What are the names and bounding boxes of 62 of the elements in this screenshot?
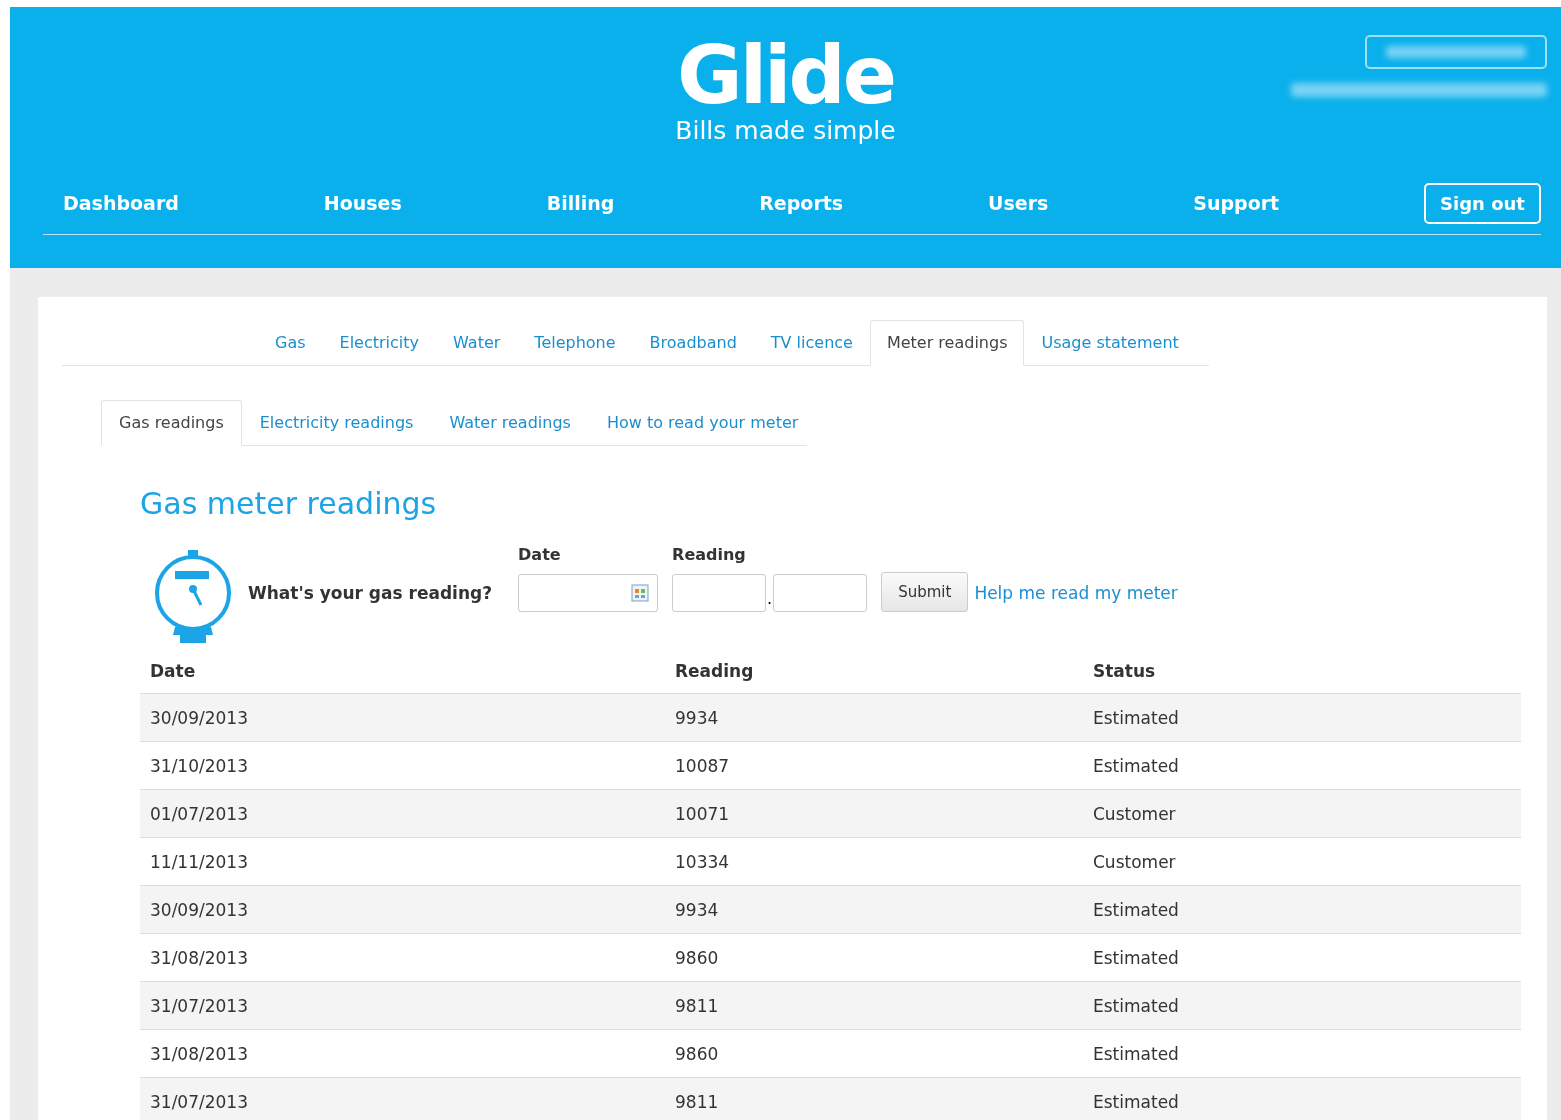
question-label: What's your gas reading? [248,583,493,603]
nav-link[interactable]: Reports [759,192,844,214]
table-cell: 31/08/2013 [150,1043,248,1064]
tab[interactable]: Gas [258,320,323,366]
page-heading: Gas meter readings [140,486,438,521]
tab[interactable]: Electricity readings [241,400,432,446]
nav-link[interactable]: Support [1193,192,1280,214]
gas-meter-icon [153,549,233,645]
table-cell: 01/07/2013 [150,803,248,824]
table-cell: 9934 [675,707,719,728]
table-cell: 11/11/2013 [150,851,248,872]
tab[interactable]: Water [436,320,518,366]
table-cell: 30/09/2013 [150,899,248,920]
table-cell: Customer [1093,851,1176,872]
table-cell: 31/07/2013 [150,995,248,1016]
tab[interactable]: Water readings [431,400,589,446]
table-cell: 31/08/2013 [150,947,248,968]
tab[interactable]: Telephone [517,320,633,366]
table-cell: Estimated [1093,707,1179,728]
nav-link[interactable]: Billing [546,192,615,214]
table-cell: 31/07/2013 [150,1091,248,1112]
decimal-point: . [767,589,773,608]
tab[interactable]: Gas readings [101,400,242,446]
tab[interactable]: TV licence [753,320,870,366]
table-cell: Estimated [1093,947,1179,968]
table-cell: 10087 [675,755,730,776]
column-header: Reading [675,661,754,681]
nav-link[interactable]: Houses [323,192,402,214]
table-cell: 9811 [675,995,719,1016]
table-cell: 9860 [675,947,719,968]
table-cell: Customer [1093,803,1176,824]
field-label: Date [518,545,562,564]
nav-link[interactable]: Users [988,192,1049,214]
table-cell: 9860 [675,1043,719,1064]
tab[interactable]: Usage statement [1024,320,1196,366]
tab[interactable]: Broadband [632,320,754,366]
table-cell: Estimated [1093,755,1179,776]
date-field[interactable] [518,574,659,612]
tab[interactable]: How to read your meter [588,400,817,446]
table-cell: Estimated [1093,1091,1179,1112]
calendar-icon[interactable] [631,584,650,602]
tab[interactable]: Electricity [322,320,437,366]
table-cell: 10334 [675,851,730,872]
tab[interactable]: Meter readings [869,320,1025,366]
table-cell: Estimated [1093,1043,1179,1064]
submit-button[interactable]: Submit [881,572,969,612]
account-button[interactable] [1365,35,1547,69]
reading-whole-field[interactable] [672,574,767,612]
table-cell: Estimated [1093,899,1179,920]
table-cell: 30/09/2013 [150,707,248,728]
reading-decimal-field[interactable] [773,574,868,612]
table-cell: 31/10/2013 [150,755,248,776]
table-cell: 9811 [675,1091,719,1112]
column-header: Date [150,661,196,681]
sign-out-button[interactable]: Sign out [1424,182,1541,224]
nav-link[interactable]: Dashboard [63,192,179,214]
help-link[interactable]: Help me read my meter [974,583,1178,603]
table-cell: 9934 [675,899,719,920]
table-cell: 10071 [675,803,730,824]
column-header: Status [1093,661,1156,681]
field-label: Reading [672,545,747,564]
table-cell: Estimated [1093,995,1179,1016]
